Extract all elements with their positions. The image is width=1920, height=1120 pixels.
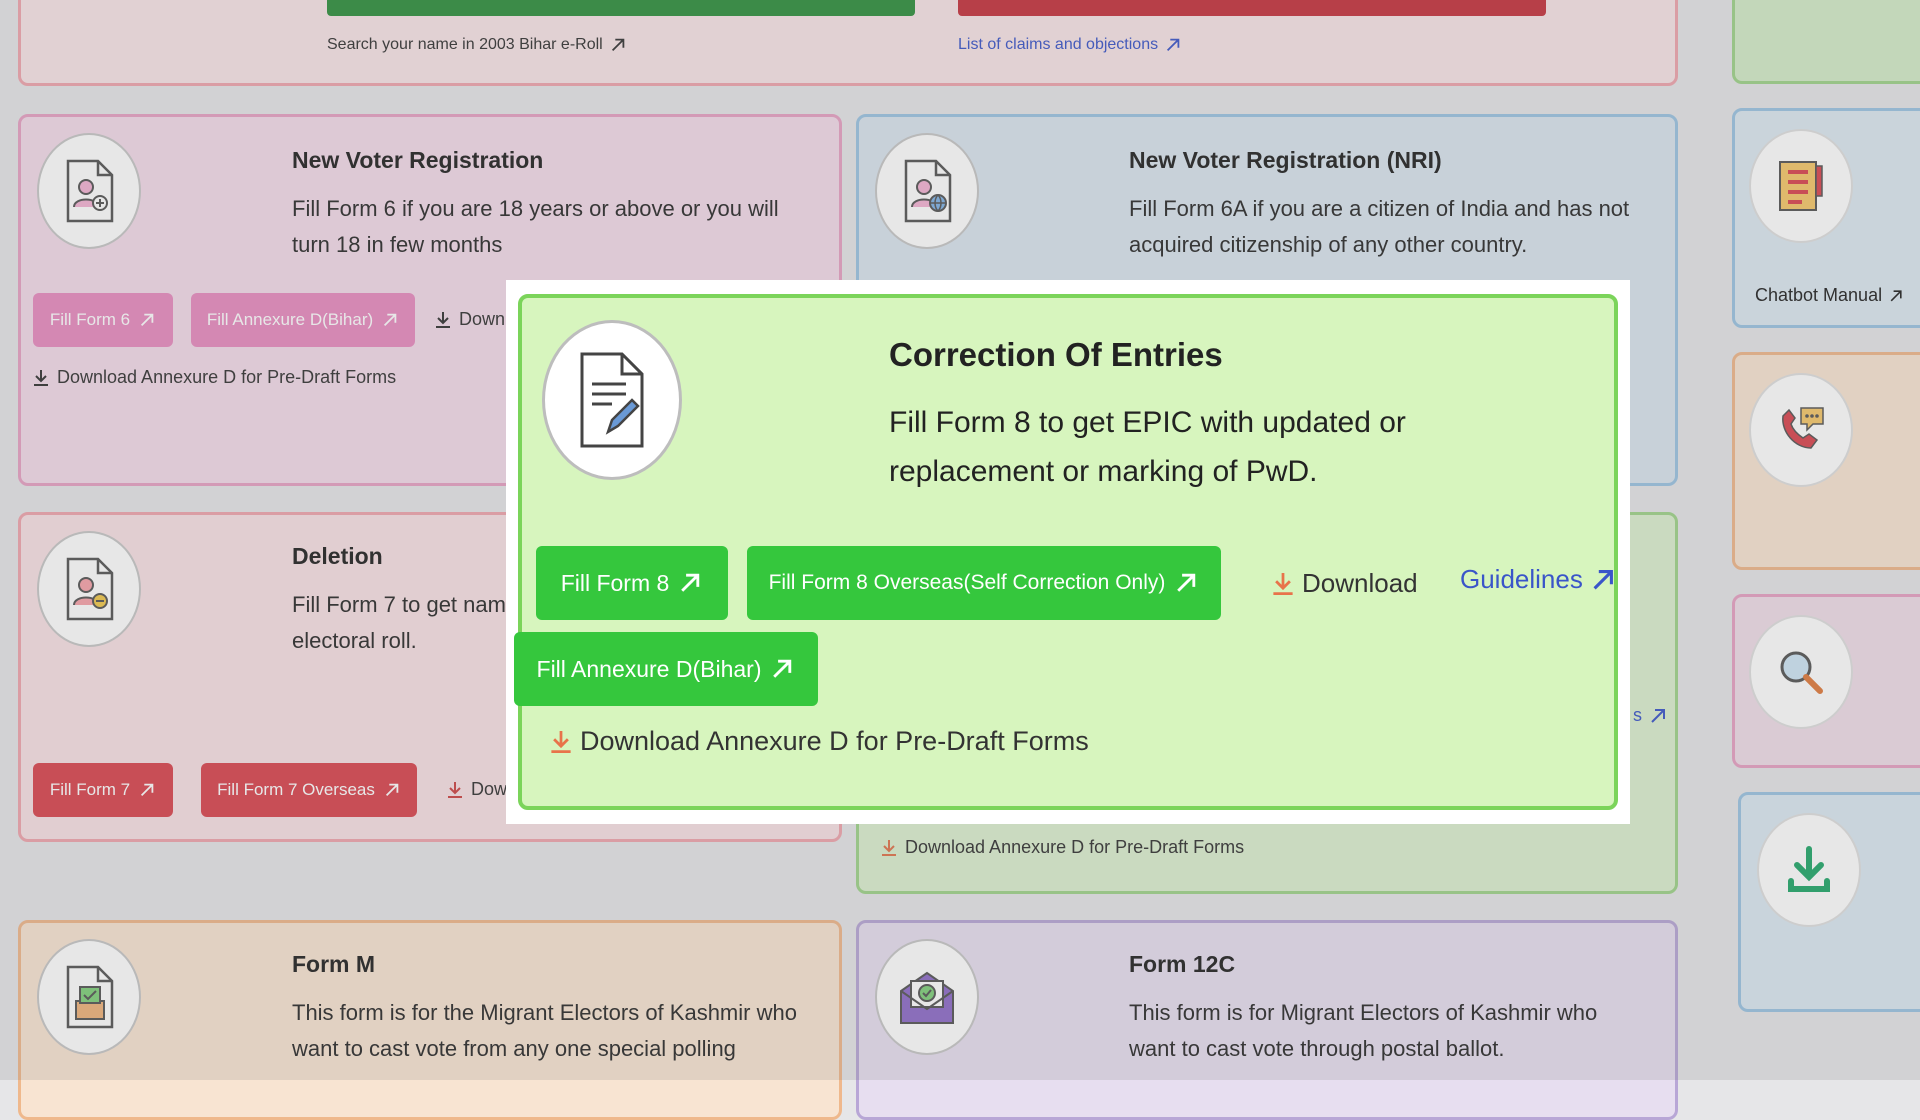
download-icon — [551, 730, 571, 753]
edit-document-icon — [580, 352, 644, 448]
modal-title: Correction Of Entries — [889, 336, 1223, 373]
external-arrow-icon — [1593, 569, 1613, 589]
fill-annexure-d-button[interactable]: Fill Annexure D(Bihar) — [514, 632, 818, 706]
download-icon — [1273, 572, 1293, 595]
correction-of-entries-card: Correction Of Entries Fill Form 8 to get… — [514, 294, 1618, 810]
external-arrow-icon — [773, 659, 792, 678]
download-annexure-d-link[interactable]: Download Annexure D for Pre-Draft Forms — [550, 726, 1089, 757]
guidelines-link[interactable]: Guidelines — [1460, 564, 1617, 595]
download-link[interactable]: Download — [1272, 568, 1418, 599]
external-arrow-icon — [681, 573, 700, 592]
external-arrow-icon — [1177, 573, 1196, 592]
modal-description: Fill Form 8 to get EPIC with updated or … — [889, 406, 1406, 488]
correction-of-entries-modal: Correction Of Entries Fill Form 8 to get… — [506, 280, 1630, 824]
fill-form-8-overseas-button[interactable]: Fill Form 8 Overseas(Self Correction Onl… — [747, 546, 1221, 620]
fill-form-8-button[interactable]: Fill Form 8 — [536, 546, 728, 620]
correction-icon-circle — [542, 320, 682, 480]
